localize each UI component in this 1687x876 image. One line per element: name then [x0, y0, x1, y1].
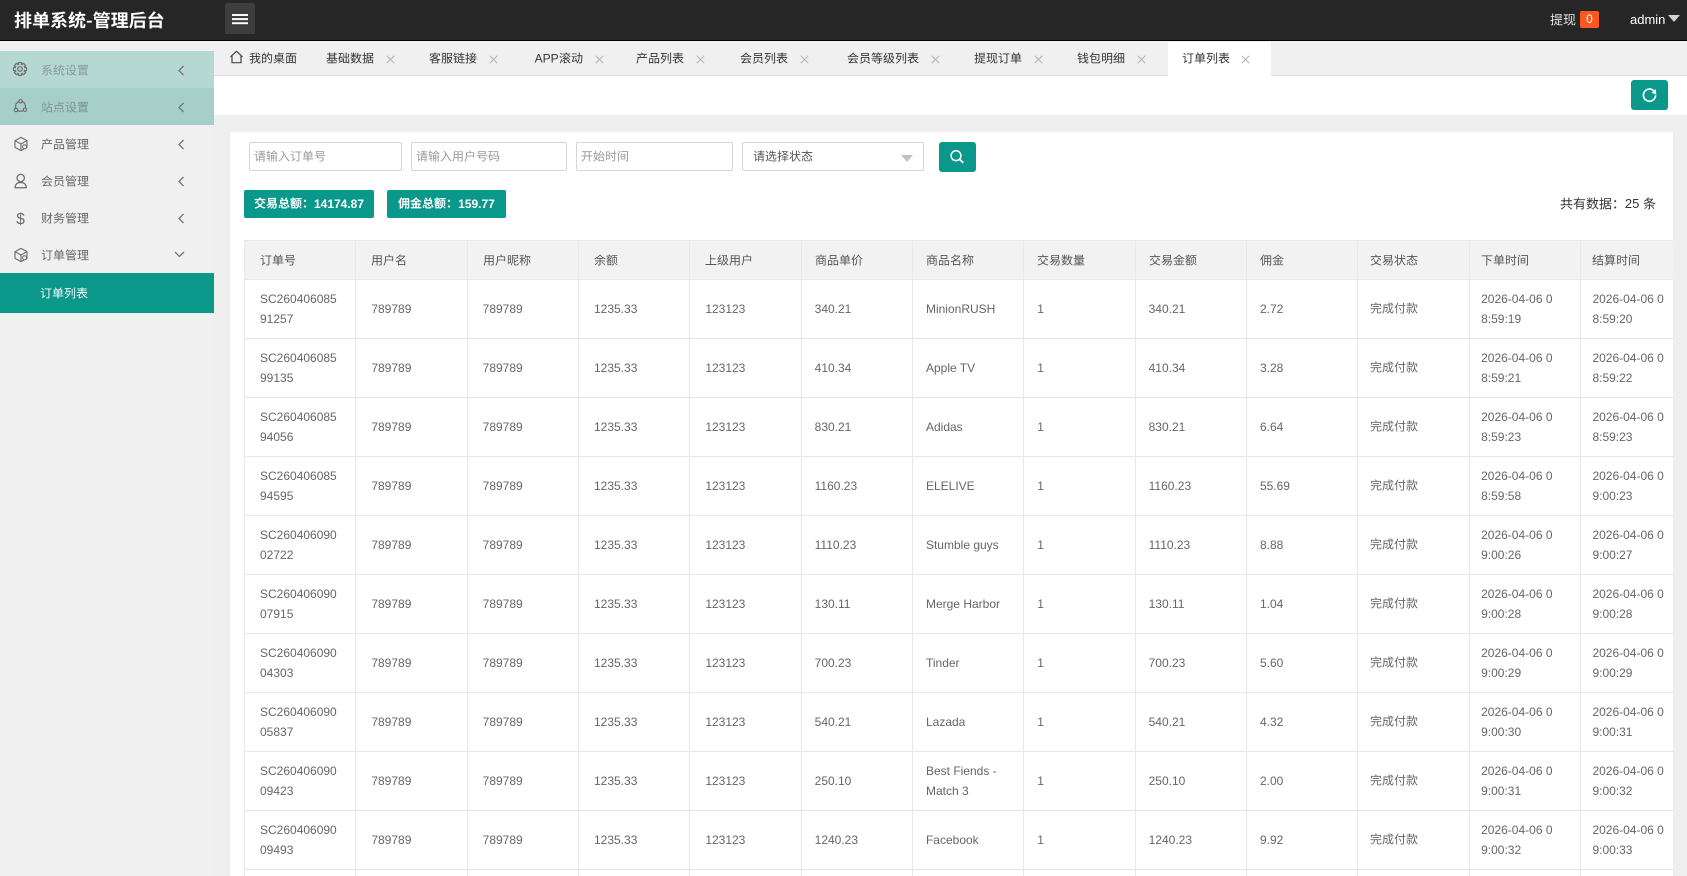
svg-text:$: $ [16, 211, 25, 226]
